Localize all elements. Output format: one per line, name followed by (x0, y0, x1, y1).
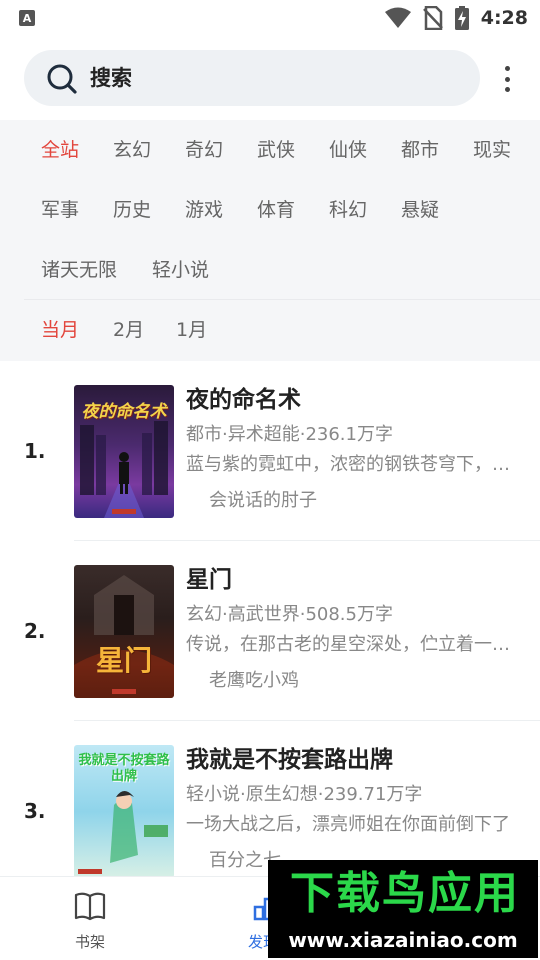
book-rank: 2. (24, 619, 46, 643)
status-time: 4:28 (480, 7, 528, 29)
status-indicators: 4:28 (384, 5, 528, 31)
filter-panel: 全站 玄幻 奇幻 武侠 仙侠 都市 现实军事 历史 游戏 体育 科幻 悬疑诸天无限 轻小说 当月 2月 1月 (0, 120, 540, 361)
category-chip[interactable]: 诸天无限 (41, 258, 117, 282)
book-description: 蓝与紫的霓虹中，浓密的钢铁苍穹下，数据洪流的前端 (186, 454, 520, 475)
period-chip[interactable]: 1月 (176, 318, 207, 342)
book-title: 夜的命名术 (186, 387, 301, 413)
cover-title: 星门 (95, 644, 152, 677)
cover-title: 夜的命名术 (81, 402, 167, 422)
category-chip[interactable]: 军事 (41, 198, 79, 222)
category-chip[interactable]: 轻小说 (152, 258, 209, 282)
book-title: 我就是不按套路出牌 (186, 747, 393, 773)
watermark-logo: 下载鸟应用 (290, 868, 520, 919)
book-list-item[interactable]: 1. 夜的命名术 夜的命名术 都市·异术超能·236.1万字 蓝与紫的霓虹中，浓… (0, 361, 540, 541)
category-chip[interactable]: 体育 (257, 198, 295, 222)
category-chip[interactable]: 奇幻 (185, 138, 223, 162)
category-chip[interactable]: 仙侠 (329, 138, 367, 162)
book-description: 传说，在那古老的星空深处，伫立着一道血与火的星门 (186, 634, 520, 655)
watermark-url: www.xiazainiao.com (288, 928, 518, 952)
period-chip[interactable]: 当月 (41, 318, 79, 342)
category-chip[interactable]: 科幻 (329, 198, 367, 222)
cover-title: 我就是不按套路出牌 (78, 753, 170, 784)
category-chip[interactable]: 游戏 (185, 198, 223, 222)
book-open-icon (74, 892, 106, 921)
book-rank: 1. (24, 439, 46, 463)
nav-item-bookshelf[interactable]: 书架 (45, 877, 135, 960)
filter-divider (24, 299, 540, 300)
search-label: 搜索 (90, 66, 132, 90)
book-author: 会说话的肘子 (209, 490, 317, 511)
category-chip[interactable]: 全站 (41, 138, 79, 162)
app-notification-icon: A (19, 10, 35, 26)
category-chip[interactable]: 历史 (113, 198, 151, 222)
period-chip[interactable]: 2月 (113, 318, 144, 342)
no-sim-icon (422, 6, 443, 30)
category-chip[interactable]: 玄幻 (113, 138, 151, 162)
book-description: 一场大战之后，漂亮师姐在你面前倒下了 (186, 814, 510, 835)
wifi-icon (384, 7, 411, 28)
book-rank: 3. (24, 799, 46, 823)
search-icon (47, 64, 77, 94)
category-chip[interactable]: 都市 (401, 138, 439, 162)
search-box[interactable]: 搜索 (24, 50, 480, 106)
site-watermark: 下载鸟应用 www.xiazainiao.com (268, 860, 538, 958)
book-author: 老鹰吃小鸡 (209, 670, 299, 691)
category-chip[interactable]: 悬疑 (401, 198, 439, 222)
book-title: 星门 (186, 567, 232, 593)
book-meta: 玄幻·高武世界·508.5万字 (186, 604, 393, 625)
nav-label: 书架 (74, 933, 105, 951)
book-meta: 都市·异术超能·236.1万字 (186, 424, 393, 445)
book-meta: 轻小说·原生幻想·239.71万字 (186, 784, 423, 805)
book-cover: 星门 (74, 565, 174, 698)
status-bar: A 4:28 (0, 0, 540, 36)
more-options-icon[interactable] (496, 62, 518, 96)
battery-charging-icon (454, 6, 469, 30)
book-cover: 我就是不按套路出牌 (74, 745, 174, 878)
book-cover: 夜的命名术 (74, 385, 174, 518)
search-row: 搜索 (0, 36, 540, 120)
category-chip[interactable]: 现实 (473, 138, 511, 162)
book-list-item[interactable]: 2. 星门 星门 玄幻·高武世界·508.5万字 传说，在那古老的星空深处，伫立… (0, 541, 540, 721)
category-chip[interactable]: 武侠 (257, 138, 295, 162)
